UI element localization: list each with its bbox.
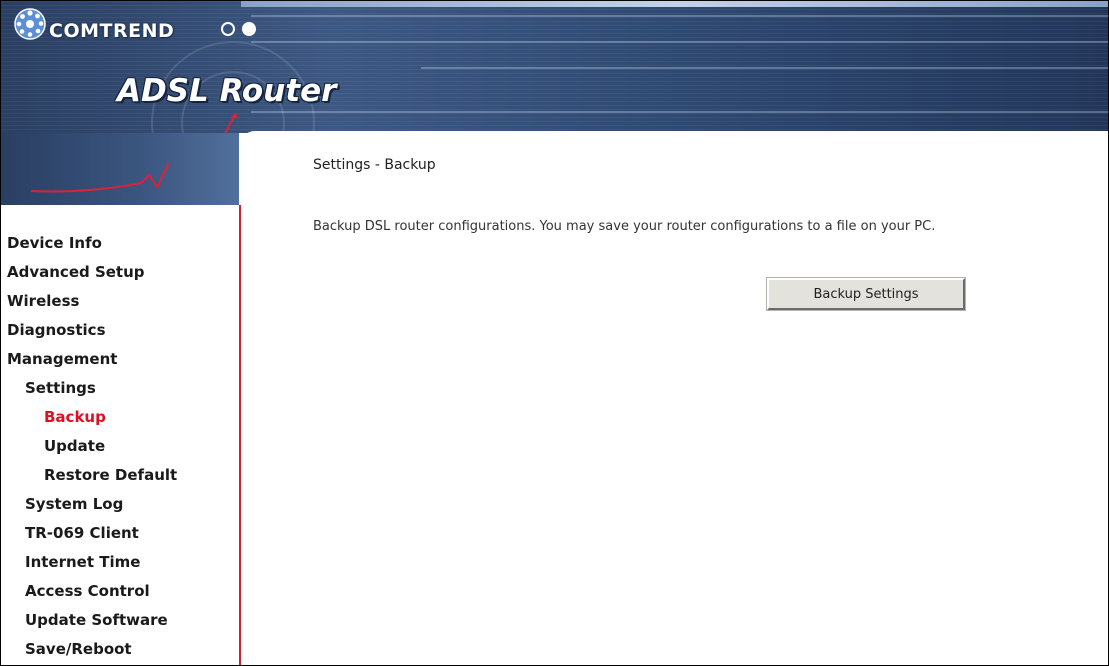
sidebar-item-save-reboot[interactable]: Save/Reboot — [1, 635, 239, 664]
header-highlight — [241, 1, 1108, 7]
brand-dots-icon — [221, 21, 258, 40]
sidebar-item-management[interactable]: Management — [1, 345, 239, 374]
page-title: Settings - Backup — [313, 157, 436, 173]
header-left-extension — [1, 133, 239, 205]
backup-settings-button[interactable]: Backup Settings — [767, 278, 965, 310]
sidebar-item-internet-time[interactable]: Internet Time — [1, 548, 239, 577]
sidebar-nav: Device Info Advanced Setup Wireless Diag… — [1, 205, 241, 665]
header-stripe — [251, 15, 1108, 17]
sidebar-item-restore-default[interactable]: Restore Default — [1, 461, 239, 490]
sidebar-item-tr069-client[interactable]: TR-069 Client — [1, 519, 239, 548]
brand-name: COMTREND — [49, 20, 175, 42]
sidebar-item-update[interactable]: Update — [1, 432, 239, 461]
sidebar-item-settings[interactable]: Settings — [1, 374, 239, 403]
page-description: Backup DSL router configurations. You ma… — [313, 219, 936, 234]
content-panel — [239, 131, 1108, 665]
header-stripe — [251, 111, 1108, 113]
sidebar-item-backup[interactable]: Backup — [1, 403, 239, 432]
sidebar-item-update-software[interactable]: Update Software — [1, 606, 239, 635]
sidebar-item-system-log[interactable]: System Log — [1, 490, 239, 519]
sidebar-item-advanced-setup[interactable]: Advanced Setup — [1, 258, 239, 287]
header-banner: COMTREND ADSL Router — [1, 1, 1108, 205]
sidebar-item-device-info[interactable]: Device Info — [1, 229, 239, 258]
header-stripe — [421, 67, 1108, 69]
signal-trail-icon — [31, 162, 170, 193]
sidebar-item-diagnostics[interactable]: Diagnostics — [1, 316, 239, 345]
sidebar-item-access-control[interactable]: Access Control — [1, 577, 239, 606]
sidebar-item-wireless[interactable]: Wireless — [1, 287, 239, 316]
header-stripe — [251, 41, 1108, 43]
comtrend-logo-icon — [14, 8, 46, 40]
browser-content: COMTREND ADSL Router Device Info Advance… — [0, 0, 1109, 666]
